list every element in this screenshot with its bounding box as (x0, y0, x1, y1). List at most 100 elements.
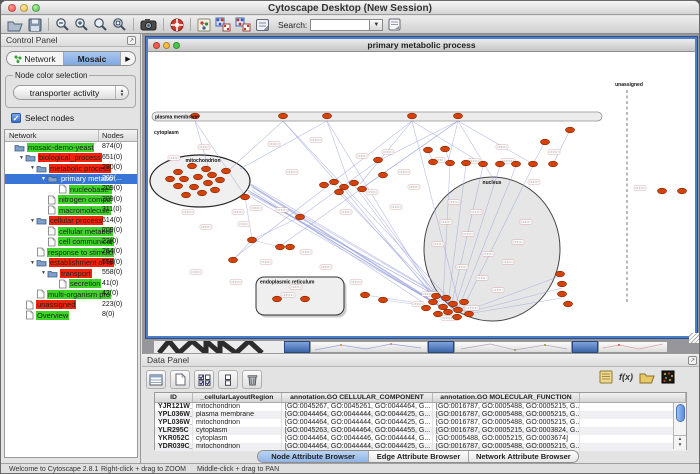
tree-row[interactable]: ▼transport558(0) (5, 268, 137, 279)
scrollbar-thumb[interactable] (676, 404, 685, 422)
save-session-icon[interactable] (28, 17, 42, 33)
search-input[interactable] (310, 19, 370, 31)
background-window-preview[interactable] (598, 341, 668, 353)
background-window-preview-icon[interactable] (154, 341, 284, 353)
tree-row[interactable]: secretion41(0) (5, 279, 137, 290)
network-edge (458, 121, 533, 164)
background-window-titlebar[interactable] (428, 341, 454, 353)
hide-selected-icon[interactable] (215, 17, 231, 33)
tree-row-count: 558(0) (102, 258, 138, 269)
expander-icon[interactable]: ▼ (29, 165, 36, 171)
matrix-icon[interactable] (661, 370, 675, 384)
tree-row-count: 280(0) (102, 163, 138, 174)
table-column-header[interactable]: annotation.GO CELLULAR_COMPONENT (282, 393, 433, 402)
function-builder-icon[interactable]: f(x) (619, 370, 633, 384)
tab-mosaic[interactable]: Mosaic (64, 52, 121, 65)
tree-row[interactable]: mosaic-demo-yeast874(0) (5, 142, 137, 153)
unselect-attributes-icon[interactable] (218, 370, 238, 389)
tree-row[interactable]: response to stimulu264(0) (5, 247, 137, 258)
browser-tab-edge[interactable]: Edge Attribute Browser (369, 451, 468, 462)
tree-row[interactable]: cellular metabol209(0) (5, 226, 137, 237)
table-column-header[interactable]: _cellularLayoutRegion (193, 393, 282, 402)
zoom-selected-icon[interactable] (93, 17, 108, 33)
tree-row[interactable]: ▼primary metabo209(... (5, 174, 137, 185)
import-attributes-icon[interactable] (639, 370, 655, 384)
tree-row[interactable]: multi-organism pro42(0) (5, 289, 137, 300)
expander-icon[interactable]: ▼ (29, 260, 36, 266)
zoom-in-icon[interactable] (74, 17, 89, 33)
select-attributes-icon[interactable] (194, 370, 214, 389)
table-cell: YPL036W__2 (155, 411, 193, 419)
table-cell: [GO:0016787, GO:0005488, GO:0005215, G..… (433, 419, 580, 427)
tree-row[interactable]: nitrogen compo209(0) (5, 195, 137, 206)
annotation-page-icon[interactable] (255, 17, 270, 33)
tree-row[interactable]: Overview8(0) (5, 310, 137, 321)
file-icon (25, 300, 34, 310)
table-scrollbar[interactable]: ▲▼ (673, 403, 686, 449)
table-row[interactable]: YJR121W__1mitochondrion[GO:0045267, GO:0… (155, 403, 686, 411)
network-node (449, 301, 458, 307)
table-row[interactable]: YPL036W__1mitochondrion[GO:0044464, GO:0… (155, 419, 686, 427)
table-row[interactable]: YLR295Ccytoplasm[GO:0045263, GO:0044464,… (155, 427, 686, 435)
background-window-preview[interactable] (310, 341, 428, 353)
window-resize-grip[interactable] (689, 333, 699, 343)
tree-row[interactable]: ▼biological_process651(0) (5, 153, 137, 164)
background-window-titlebar[interactable] (572, 341, 598, 353)
network-view-window[interactable]: primary metabolic process plasma membran… (146, 37, 697, 338)
tree-row[interactable]: ▼metabolic process280(0) (5, 163, 137, 174)
expander-icon[interactable]: ▼ (40, 176, 47, 182)
expander-icon[interactable]: ▼ (40, 270, 47, 276)
zoom-out-icon[interactable] (55, 17, 70, 33)
table-row[interactable]: YKR052Ccytoplasm[GO:0044464, GO:0044446,… (155, 435, 686, 443)
table-mode-icon[interactable] (146, 370, 166, 389)
background-window-preview[interactable] (454, 341, 572, 353)
tree-row[interactable]: cell communicat22(0) (5, 237, 137, 248)
network-window-titlebar[interactable]: primary metabolic process (148, 39, 695, 52)
network-manager-icon[interactable] (197, 17, 211, 33)
tree-row[interactable]: ▼cellular process614(0) (5, 216, 137, 227)
tree-row[interactable]: macromolecule311(0) (5, 205, 137, 216)
app-titlebar: Cytoscape Desktop (New Session) (1, 1, 699, 15)
search-options-icon[interactable] (388, 17, 401, 33)
background-window-titlebar[interactable] (284, 341, 310, 353)
tree-row-label: mosaic-demo-yeast (27, 143, 94, 152)
search-dropdown-arrow[interactable]: ▼ (370, 19, 383, 31)
show-graphics-icon[interactable] (235, 17, 251, 33)
open-session-icon[interactable] (7, 17, 24, 33)
network-node (190, 184, 199, 190)
browser-tab-node[interactable]: Node Attribute Browser (258, 451, 369, 462)
tree-col-network[interactable]: Network (5, 130, 99, 141)
tree-col-nodes[interactable]: Nodes (99, 130, 137, 141)
snapshot-icon[interactable] (140, 17, 157, 33)
table-cell: [GO:0044464, GO:0044444, GO:0044425, G..… (282, 419, 433, 427)
tree-row[interactable]: nucleobase-209(0) (5, 184, 137, 195)
help-icon[interactable] (170, 17, 184, 33)
table-column-header[interactable]: ID (155, 393, 193, 402)
zoom-fit-icon[interactable] (112, 17, 127, 33)
delete-attribute-icon[interactable] (242, 370, 262, 389)
float-data-panel-icon[interactable]: ↗ (688, 356, 697, 365)
browser-tab-network[interactable]: Network Attribute Browser (469, 451, 578, 462)
tabs-overflow-arrow[interactable]: ▶ (121, 52, 135, 65)
table-row[interactable]: YPL036W__2plasma membrane[GO:0044464, GO… (155, 411, 686, 419)
tree-row[interactable]: ▼establishment of lo558(0) (5, 258, 137, 269)
expander-icon[interactable]: ▼ (18, 155, 25, 161)
network-node (182, 192, 191, 198)
node-color-dropdown[interactable]: transporter activity ▲▼ (13, 85, 129, 100)
network-node (286, 244, 295, 250)
new-attribute-icon[interactable] (170, 370, 190, 389)
annotation-pad-icon[interactable] (599, 370, 613, 384)
region-label-nucleus: nucleus (483, 180, 502, 186)
select-nodes-checkbox[interactable]: ✓ (11, 113, 21, 123)
file-icon (36, 247, 45, 257)
expander-icon[interactable]: ▼ (29, 218, 36, 224)
table-column-header[interactable]: annotation.GO MOLECULAR_FUNCTION (433, 393, 580, 402)
network-node (462, 160, 471, 166)
region-plasma-membrane (152, 112, 602, 121)
float-panel-icon[interactable]: ↗ (127, 36, 136, 45)
scrollbar-arrows[interactable]: ▲▼ (674, 435, 686, 449)
tree-row[interactable]: unassigned223(0) (5, 300, 137, 311)
tab-network[interactable]: Network (7, 52, 64, 65)
network-tab-icon (14, 55, 22, 63)
network-canvas[interactable]: plasma membranecytoplasmmitochondrionnuc… (148, 52, 695, 335)
